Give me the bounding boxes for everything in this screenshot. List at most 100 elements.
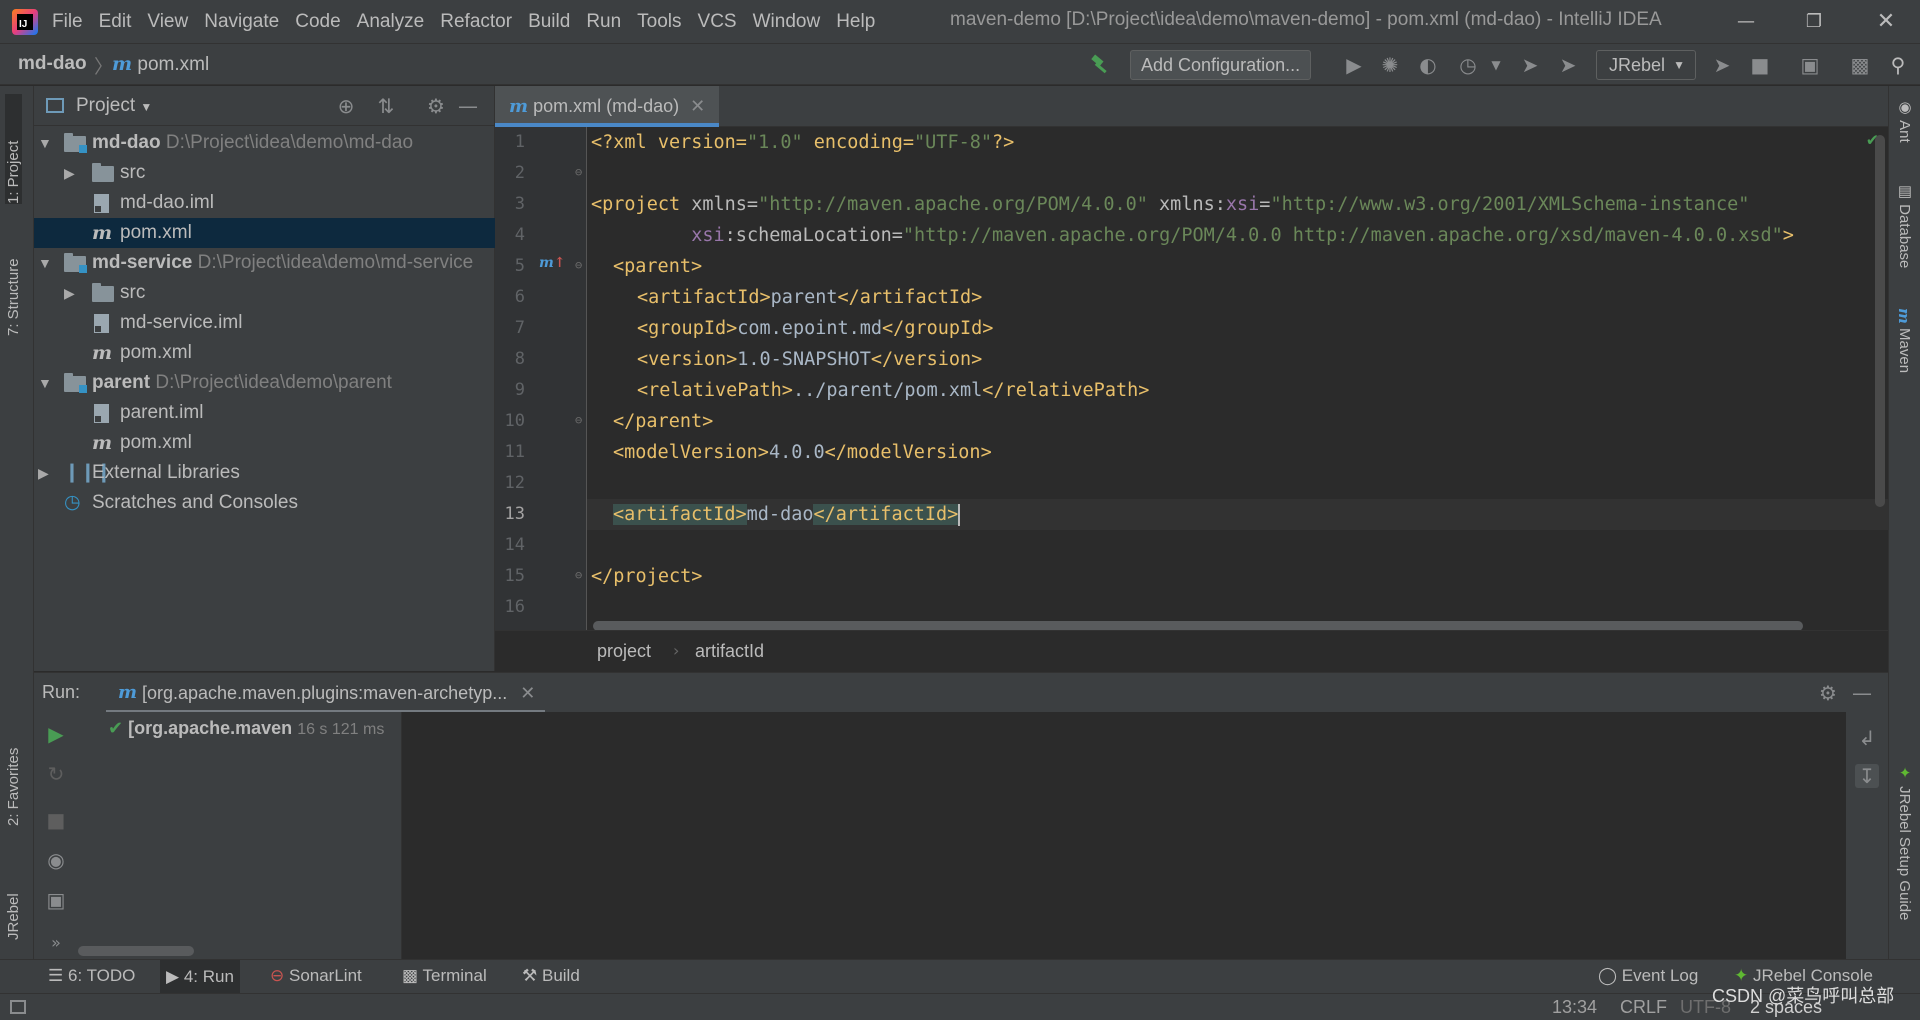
tree-item-md-dao[interactable]: ▼ md-dao D:\Project\idea\demo\md-dao [34,128,495,158]
tab-todo[interactable]: ☰ 6: TODO [48,966,135,986]
tree-item-pom[interactable]: m pom.xml [34,218,495,248]
run-tree-scrollbar[interactable] [78,946,194,956]
fold-icon[interactable]: ⊖ [575,165,582,179]
tree-item-parent[interactable]: ▼ parent D:\Project\idea\demo\parent [34,368,495,398]
collapse-arrow-icon[interactable]: ▶ [64,278,75,308]
debug-icon[interactable]: ✺ [1378,53,1402,77]
tab-jrebel[interactable]: JRebel [5,870,22,940]
scroll-to-end-icon[interactable]: ↧ [1855,764,1879,788]
hide-panel-icon[interactable]: — [456,94,480,118]
menu-tools[interactable]: Tools [637,11,681,33]
tab-terminal[interactable]: ▩ Terminal [402,966,487,986]
jrebel-update-icon[interactable]: ➤ [1710,53,1734,77]
rerun-failed-icon[interactable]: ↻ [44,762,68,786]
menu-window[interactable]: Window [753,11,821,33]
toggle-tool-windows-icon[interactable] [10,1000,26,1014]
jrebel-select[interactable]: JRebel ▼ [1596,50,1696,80]
tree-item-pom[interactable]: m pom.xml [34,428,495,458]
tree-item-iml[interactable]: md-service.iml [34,308,495,338]
menu-file[interactable]: File [52,11,83,33]
tree-item-iml[interactable]: md-dao.iml [34,188,495,218]
run-configuration-tab[interactable]: m [org.apache.maven.plugins:maven-archet… [106,673,546,713]
tree-item-scratches[interactable]: ◷ Scratches and Consoles [34,488,495,518]
tree-item-md-service[interactable]: ▼ md-service D:\Project\idea\demo\md-ser… [34,248,495,278]
coverage-icon[interactable]: ◐ [1416,53,1440,77]
tab-ant[interactable]: ◉ Ant [1895,98,1913,143]
maven-parent-gutter-icon[interactable]: m↑ [539,255,566,271]
menu-code[interactable]: Code [295,11,340,33]
tree-item-pom[interactable]: m pom.xml [34,338,495,368]
vertical-scrollbar[interactable] [1875,135,1885,507]
menu-navigate[interactable]: Navigate [204,11,279,33]
fold-icon[interactable]: ⊖ [575,258,582,272]
run-tree-item[interactable]: ✔ [org.apache.maven 16 s 121 ms [108,718,384,739]
menu-build[interactable]: Build [528,11,570,33]
breadcrumb-project[interactable]: project [597,641,651,662]
menu-analyze[interactable]: Analyze [357,11,425,33]
hide-panel-icon[interactable]: — [1850,681,1874,705]
tab-maven[interactable]: m Maven [1895,308,1913,373]
locate-icon[interactable]: ⊕ [334,94,358,118]
tree-item-src[interactable]: ▶ src [34,158,495,188]
rerun-icon[interactable]: ▶ [44,722,68,746]
close-tab-icon[interactable]: ✕ [690,96,705,116]
tab-event-log[interactable]: ◯ Event Log [1598,966,1698,986]
restore-icon[interactable]: ❐ [1794,6,1834,36]
breadcrumb-artifactid[interactable]: artifactId [695,641,764,662]
collapse-all-icon[interactable]: ⇅ [374,94,398,118]
add-configuration-button[interactable]: Add Configuration... [1130,50,1312,80]
build-hammer-icon[interactable] [1088,53,1112,77]
tab-database[interactable]: ▤ Database [1895,182,1913,268]
expand-arrow-icon[interactable]: ▼ [38,248,52,278]
more-icon[interactable]: » [44,930,68,954]
run-icon[interactable]: ▶ [1342,53,1366,77]
profile-dropdown-icon[interactable]: ▼ [1484,53,1508,77]
tab-build[interactable]: ⚒ Build [522,966,580,986]
stop-icon[interactable]: ■ [1748,53,1772,77]
expand-arrow-icon[interactable]: ▼ [38,128,52,158]
gear-icon[interactable]: ⚙ [1816,681,1840,705]
tree-item-src[interactable]: ▶ src [34,278,495,308]
expand-arrow-icon[interactable]: ▼ [38,368,52,398]
jrebel-run-icon[interactable]: ➤ [1518,53,1542,77]
tab-structure[interactable]: 7: Structure [5,226,22,336]
view-options-icon[interactable]: ◉ [44,848,68,872]
profile-icon[interactable]: ◷ [1456,53,1480,77]
collapse-arrow-icon[interactable]: ▶ [64,158,75,188]
menu-run[interactable]: Run [586,11,621,33]
camera-icon[interactable]: ▣ [44,888,68,912]
tab-sonarlint[interactable]: ⊖ SonarLint [270,966,362,986]
minimize-icon[interactable]: — [1726,6,1766,36]
collapse-arrow-icon[interactable]: ▶ [38,458,49,488]
tab-project[interactable]: 1: Project [5,94,22,204]
project-structure-icon[interactable]: ▣ [1798,53,1822,77]
menu-view[interactable]: View [147,11,188,33]
tab-run[interactable]: ▶ 4: Run [160,960,240,994]
breadcrumb-file[interactable]: m pom.xml [112,53,209,76]
stop-icon[interactable]: ■ [44,808,68,832]
tree-item-iml[interactable]: parent.iml [34,398,495,428]
code-editor[interactable]: <?xml version="1.0" encoding="UTF-8"?> <… [587,127,1888,630]
menu-refactor[interactable]: Refactor [440,11,512,33]
line-separator[interactable]: CRLF [1620,997,1667,1018]
tab-pom-xml[interactable]: m pom.xml (md-dao) ✕ [495,86,720,127]
caret-position[interactable]: 13:34 [1552,997,1597,1018]
project-view-selector[interactable]: Project ▼ [76,95,152,117]
breadcrumb-module[interactable]: md-dao [18,53,87,75]
terminal-icon[interactable]: ▩ [1848,53,1872,77]
close-tab-icon[interactable]: ✕ [520,683,535,703]
run-console-output[interactable] [402,712,1846,959]
fold-icon[interactable]: ⊖ [575,568,582,582]
close-window-icon[interactable]: ✕ [1866,6,1906,36]
soft-wrap-icon[interactable]: ↲ [1855,726,1879,750]
fold-icon[interactable]: ⊖ [575,413,582,427]
tab-favorites[interactable]: 2: Favorites [5,726,22,826]
menu-vcs[interactable]: VCS [698,11,737,33]
search-everywhere-icon[interactable]: ⚲ [1886,53,1910,77]
tab-jrebel-setup-guide[interactable]: ✦ JRebel Setup Guide [1895,764,1913,920]
tree-item-external-libraries[interactable]: ▶ ❙❙❙ External Libraries [34,458,495,488]
menu-help[interactable]: Help [836,11,875,33]
gear-icon[interactable]: ⚙ [424,94,448,118]
jrebel-debug-icon[interactable]: ➤ [1556,53,1580,77]
menu-edit[interactable]: Edit [99,11,132,33]
